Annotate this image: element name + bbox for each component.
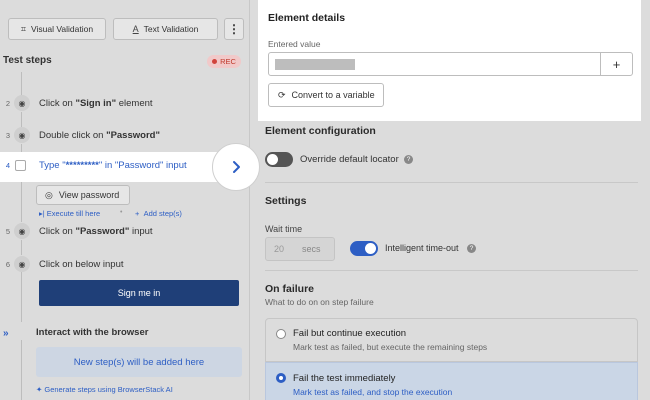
option-description: Mark test as failed, but execute the rem… [293,342,488,352]
refresh-icon: ⟳ [278,89,286,100]
add-value-button[interactable]: + [600,53,632,75]
divider [265,270,638,271]
timeline-line [21,182,22,222]
click-icon: ◉ [14,256,30,272]
settings-title: Settings [265,195,307,207]
option-title: Fail the test immediately [293,373,396,384]
fail-continue-option[interactable]: Fail but continue execution Mark test as… [265,318,638,362]
element-details-title: Element details [268,12,346,24]
step-number: 5 [5,226,10,236]
override-locator-label: Override default locator [300,154,399,165]
test-step-5[interactable]: 5 ◉ Click on "Password" input [0,222,240,240]
on-failure-subtitle: What to do on on step failure [265,297,374,307]
divider [265,182,638,183]
record-dot-icon [212,59,218,64]
view-password-button[interactable]: ◎ View password [36,185,130,205]
expand-details-button[interactable] [212,143,260,191]
test-steps-title: Test steps [3,55,52,66]
help-icon[interactable]: ? [467,244,476,253]
radio-selected[interactable] [276,373,286,383]
double-click-icon: ◉ [14,127,30,143]
new-steps-placeholder: New step(s) will be added here [36,347,242,377]
step-text: Click on "Sign in" element [39,97,153,109]
execute-till-here-link[interactable]: ▸| Execute till here [39,209,100,218]
view-password-label: View password [58,190,120,200]
test-steps-panel: ⌗ Visual Validation A Text Validation ⋮ … [0,0,258,400]
element-details-card: Element details Entered value + ⟳ Conver… [258,0,641,121]
sign-me-in-button[interactable]: Sign me in [39,280,239,306]
timeline-line [21,272,22,322]
click-icon: ◉ [14,95,30,111]
step-text: Double click on "Password" [39,129,160,141]
step-text: Click on "Password" input [39,225,153,237]
timeline-line [21,112,22,127]
convert-to-variable-button[interactable]: ⟳ Convert to a variable [268,83,384,107]
on-failure-title: On failure [265,283,315,295]
generate-ai-steps-link[interactable]: ✦ Generate steps using BrowserStack AI [36,385,173,394]
add-steps-link[interactable]: + Add step(s) [135,209,182,218]
radio-unselected[interactable] [276,329,286,339]
click-icon: ◉ [14,223,30,239]
test-step-6[interactable]: 6 ◉ Click on below input [0,255,240,273]
intelligent-timeout-label: Intelligent time-out [385,243,459,253]
test-step-3[interactable]: 3 ◉ Double click on "Password" [0,126,240,144]
timeline-line [21,144,22,152]
element-configuration-title: Element configuration [265,125,376,137]
fail-immediately-option[interactable]: Fail the test immediately Mark test as f… [265,362,638,400]
visual-validation-icon: ⌗ [20,23,26,34]
entered-value-input[interactable]: + [268,52,633,76]
option-description: Mark test as failed, and stop the execut… [293,387,453,397]
step-checkbox[interactable] [15,160,26,171]
option-title: Fail but continue execution [293,328,407,339]
masked-value [275,59,355,70]
wait-time-unit: secs [302,244,321,254]
text-validation-icon: A [132,24,139,34]
help-icon[interactable]: ? [404,155,413,164]
text-validation-button[interactable]: A Text Validation [113,18,218,40]
step-text: Click on below input [39,258,124,270]
text-validation-label: Text Validation [143,24,199,34]
interact-title: Interact with the browser [36,327,149,338]
step-number: 3 [5,130,10,140]
rec-badge[interactable]: REC [207,55,241,68]
eye-icon: ◎ [45,189,53,200]
double-chevron-icon: » [3,328,9,339]
step-text: Type "*********" in "Password" input [39,160,187,171]
intelligent-timeout-toggle[interactable] [350,241,378,256]
override-locator-toggle[interactable] [265,152,293,167]
timeline-line [21,340,22,400]
test-step-2[interactable]: 2 ◉ Click on "Sign in" element [0,94,240,112]
timeline-line [21,240,22,255]
entered-value-label: Entered value [268,39,321,49]
step-number: 6 [5,259,10,269]
visual-validation-label: Visual Validation [31,24,94,34]
rec-label: REC [220,57,236,66]
wait-time-input[interactable]: 20 secs [265,237,335,261]
step-number: 4 [5,161,10,170]
wait-time-label: Wait time [265,224,303,234]
visual-validation-button[interactable]: ⌗ Visual Validation [8,18,106,40]
wait-time-value: 20 [274,244,285,254]
step-number: 2 [5,98,10,108]
separator-dot: • [120,209,123,216]
more-options-button[interactable]: ⋮ [224,18,244,40]
convert-label: Convert to a variable [291,90,375,100]
chevron-right-icon [233,161,240,173]
